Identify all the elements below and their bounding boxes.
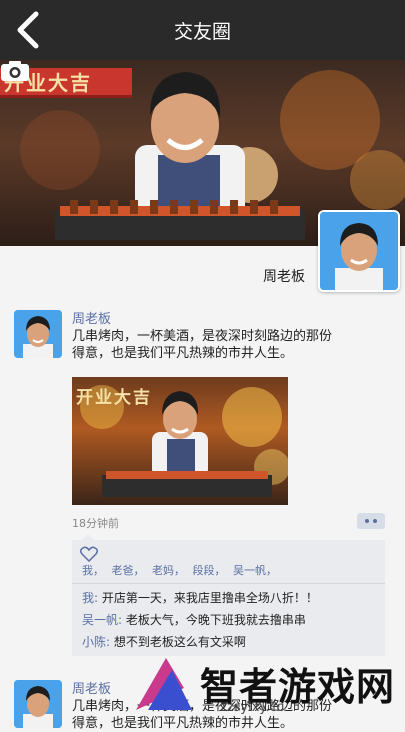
- like-user[interactable]: 吴一帆，: [233, 564, 277, 577]
- comment-row[interactable]: 我: 开店第一天，来我店里撸串全场八折！！: [82, 589, 318, 606]
- post-timestamp: 18分钟前: [72, 517, 119, 530]
- post-text-line: 得意，也是我们平凡热辣的市井人生。: [72, 346, 294, 361]
- comment-row[interactable]: 小陈: 想不到老板这么有文采啊: [82, 633, 246, 650]
- camera-icon[interactable]: [0, 60, 30, 82]
- post-author-avatar[interactable]: [14, 680, 62, 728]
- post-author-avatar[interactable]: [14, 310, 62, 358]
- likes-list: 我， 老爸， 老妈， 段段， 吴一帆，: [82, 562, 281, 578]
- like-user[interactable]: 老爸，: [112, 564, 145, 577]
- top-nav-bar: 交友圈: [0, 0, 405, 60]
- post-author-name[interactable]: 周老板: [72, 678, 111, 697]
- post-text: 几串烤肉，一杯美酒，是夜深时刻路边的那份 得意，也是我们平凡热辣的市井人生。: [72, 698, 372, 732]
- cover-owner-name: 周老板: [263, 269, 305, 285]
- chevron-left-icon[interactable]: [12, 10, 44, 50]
- dot-icon: [365, 519, 369, 523]
- post-author-name[interactable]: 周老板: [72, 308, 111, 327]
- post-image[interactable]: 开业大吉: [72, 377, 288, 505]
- divider: [72, 583, 385, 584]
- comment-text: 开店第一天，来我店里撸串全场八折！！: [101, 591, 318, 605]
- like-user[interactable]: 段段，: [193, 564, 226, 577]
- heart-outline-icon: [80, 546, 98, 562]
- dot-icon: [373, 519, 377, 523]
- page-title: 交友圈: [173, 20, 231, 43]
- post-image-banner-text: 开业大吉: [76, 388, 152, 408]
- comments-panel: 我， 老爸， 老妈， 段段， 吴一帆， 我: 开店第一天，来我店里撸串全场八折！…: [72, 534, 385, 656]
- comment-user[interactable]: 我:: [82, 591, 98, 605]
- like-user[interactable]: 老妈，: [152, 564, 185, 577]
- comment-user[interactable]: 小陈:: [82, 635, 110, 649]
- post-text-line: 几串烤肉，一杯美酒，是夜深时刻路边的那份: [72, 699, 333, 714]
- post-text-line: 几串烤肉，一杯美酒，是夜深时刻路边的那份: [72, 329, 333, 344]
- post-text: 几串烤肉，一杯美酒，是夜深时刻路边的那份 得意，也是我们平凡热辣的市井人生。: [72, 328, 372, 362]
- post-text-line: 得意，也是我们平凡热辣的市井人生。: [72, 716, 294, 731]
- comment-text: 想不到老板这么有文采啊: [113, 635, 246, 649]
- comment-row[interactable]: 吴一帆: 老板大气，今晚下班我就去撸串串: [82, 611, 306, 628]
- cover-owner-avatar[interactable]: [318, 210, 400, 292]
- comment-text: 老板大气，今晚下班我就去撸串串: [125, 613, 306, 627]
- post-more-button[interactable]: [357, 513, 385, 529]
- comment-user[interactable]: 吴一帆:: [82, 613, 122, 627]
- like-user[interactable]: 我，: [82, 564, 104, 577]
